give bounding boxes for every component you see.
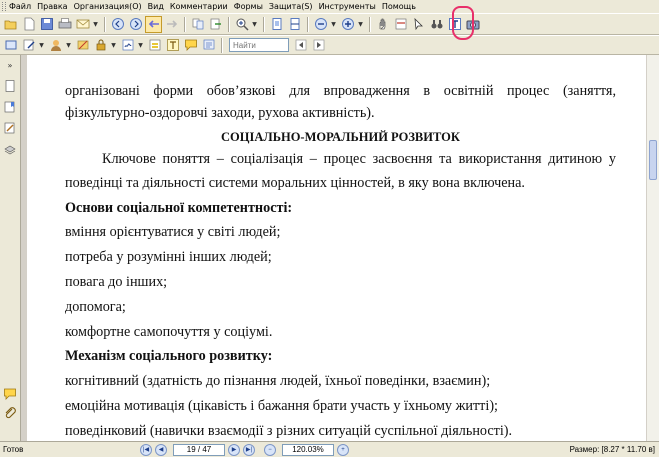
zoom-out-status-icon[interactable]: −: [264, 443, 276, 456]
zoom-out-circle-icon[interactable]: [312, 16, 329, 33]
previous-view-icon[interactable]: [109, 16, 126, 33]
menu-tools[interactable]: Инструменты: [319, 0, 376, 13]
menu-file[interactable]: Файл: [9, 0, 31, 13]
edit-dropdown-icon[interactable]: ▼: [38, 37, 45, 54]
document-page: організовані форми обов’язкові для впров…: [37, 55, 636, 441]
previous-page-icon[interactable]: ◀: [155, 443, 167, 456]
open-icon[interactable]: [2, 16, 19, 33]
typewriter-text-tool-icon[interactable]: [446, 16, 463, 33]
zoom-dropdown-icon[interactable]: ▼: [251, 16, 258, 33]
list-item: допомога;: [65, 299, 126, 315]
find-binoculars-icon[interactable]: [428, 16, 445, 33]
user-stamp-icon[interactable]: [47, 37, 64, 54]
secondary-toolbar: ▼ ▼ ▼ ▼: [0, 35, 659, 55]
list-item: потреба у розумінні інших людей;: [65, 249, 272, 265]
scrollbar-thumb[interactable]: [649, 140, 657, 180]
pdf-reader-window: Файл Правка Организация(O) Вид Комментар…: [0, 0, 659, 457]
comment-tools-icon[interactable]: [200, 37, 217, 54]
camera-icon[interactable]: [464, 16, 481, 33]
back-arrow-icon[interactable]: [145, 15, 162, 33]
fit-width-icon[interactable]: [286, 16, 303, 33]
next-view-icon[interactable]: [127, 16, 144, 33]
sign-icon[interactable]: [119, 37, 136, 54]
menu-comments[interactable]: Комментарии: [170, 0, 228, 13]
find-next-icon[interactable]: [310, 37, 327, 54]
save-icon[interactable]: [38, 16, 55, 33]
note-icon[interactable]: [182, 37, 199, 54]
forward-arrow-icon[interactable]: [163, 16, 180, 33]
zoom-in-circle-icon[interactable]: [339, 16, 356, 33]
last-page-icon[interactable]: ▶|: [243, 443, 255, 456]
secure-icon[interactable]: [74, 37, 91, 54]
select-tool-icon[interactable]: [410, 16, 427, 33]
subheading: Основи соціальної компетентності:: [65, 200, 293, 216]
highlight-tool-icon[interactable]: [146, 37, 163, 54]
insert-pages-icon[interactable]: [189, 16, 206, 33]
pages-panel-icon[interactable]: [2, 78, 18, 94]
snapshot-tool-icon[interactable]: [392, 16, 409, 33]
menu-view[interactable]: Вид: [148, 0, 164, 13]
first-page-icon[interactable]: |◀: [140, 443, 152, 456]
list-item: вміння орієнтуватися у світі людей;: [65, 224, 281, 240]
list-item: когнітивний (здатність до пізнання людей…: [65, 373, 491, 389]
signatures-panel-icon[interactable]: [2, 120, 18, 136]
view-page-icon[interactable]: [2, 37, 19, 54]
next-page-icon[interactable]: ▶: [228, 443, 240, 456]
new-document-icon[interactable]: [20, 16, 37, 33]
subheading: Механізм соціального розвитку:: [65, 348, 273, 364]
menu-grip[interactable]: [2, 2, 6, 11]
main-toolbar: ▼ ▼ ▼ ▼: [0, 13, 659, 35]
menu-help[interactable]: Помощь: [382, 0, 416, 13]
print-icon[interactable]: [56, 16, 73, 33]
find-previous-icon[interactable]: [292, 37, 309, 54]
page-number-field[interactable]: 19 / 47: [173, 443, 225, 456]
extract-pages-icon[interactable]: [207, 16, 224, 33]
section-heading: СОЦІАЛЬНО-МОРАЛЬНИЙ РОЗВИТОК: [221, 130, 460, 144]
text-line: поведінці та діяльності системи моральни…: [65, 175, 525, 191]
status-bar: Готов |◀ ◀ 19 / 47 ▶ ▶| − 120.03% + Разм…: [0, 441, 659, 457]
hand-tool-icon[interactable]: [374, 16, 391, 33]
lock-dropdown-icon[interactable]: ▼: [110, 37, 117, 54]
navigation-sidebar: »: [0, 55, 21, 441]
zoom-level-field[interactable]: 120.03%: [282, 443, 334, 456]
text-line: Ключове поняття – соціалізація – процес …: [102, 151, 616, 167]
email-icon[interactable]: [74, 16, 91, 33]
sign-dropdown-icon[interactable]: ▼: [137, 37, 144, 54]
edit-document-icon[interactable]: [20, 37, 37, 54]
email-dropdown-icon[interactable]: ▼: [92, 16, 99, 33]
comments-panel-icon[interactable]: [2, 386, 18, 402]
list-item: поведінковий (навички взаємодії з різних…: [65, 423, 513, 439]
zoom-in-icon[interactable]: [233, 16, 250, 33]
page-size-text: Размер: [8.27 * 11.70 в]: [569, 445, 655, 454]
text-line: фізкультурно-оздоровчі заходи, рухова ак…: [65, 105, 375, 121]
text-box-icon[interactable]: [164, 37, 181, 54]
list-item: емоційна мотивація (цікавість і бажання …: [65, 398, 498, 414]
status-ready-text: Готов: [3, 445, 24, 454]
menu-edit[interactable]: Правка: [37, 0, 67, 13]
menu-bar: Файл Правка Организация(O) Вид Комментар…: [0, 0, 659, 13]
zoom-in-dropdown-icon[interactable]: ▼: [357, 16, 364, 33]
menu-forms[interactable]: Формы: [234, 0, 263, 13]
vertical-scrollbar[interactable]: [646, 55, 659, 441]
find-input[interactable]: [229, 38, 289, 52]
bookmarks-panel-icon[interactable]: [2, 99, 18, 115]
zoom-out-dropdown-icon[interactable]: ▼: [330, 16, 337, 33]
text-line: організовані форми обов’язкові для впров…: [65, 83, 616, 99]
stamp-dropdown-icon[interactable]: ▼: [65, 37, 72, 54]
list-item: повага до інших;: [65, 274, 168, 290]
menu-protect[interactable]: Защита(S): [269, 0, 313, 13]
attachments-panel-icon[interactable]: [2, 405, 18, 421]
menu-organize[interactable]: Организация(O): [74, 0, 142, 13]
fit-page-icon[interactable]: [268, 16, 285, 33]
lock-icon[interactable]: [92, 37, 109, 54]
expand-sidebar-icon[interactable]: »: [2, 57, 18, 73]
list-item: комфортне самопочуття у соціумі.: [65, 324, 273, 340]
zoom-in-status-icon[interactable]: +: [337, 443, 349, 456]
layers-panel-icon[interactable]: [2, 141, 18, 157]
document-view[interactable]: організовані форми обов’язкові для впров…: [27, 55, 646, 441]
